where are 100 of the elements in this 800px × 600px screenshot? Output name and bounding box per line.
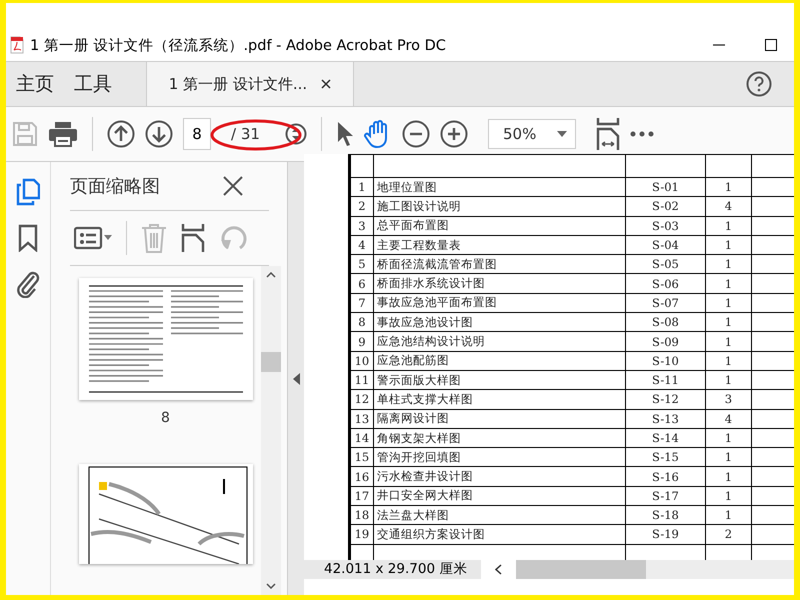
table-cell: S-06 xyxy=(625,274,706,294)
table-cell: 隔离网设计图 xyxy=(373,409,626,428)
table-cell: S-11 xyxy=(625,370,706,390)
scroll-page-icon[interactable] xyxy=(285,123,307,145)
bookmark-icon[interactable] xyxy=(18,224,38,252)
table-cell: 主要工程数量表 xyxy=(373,235,626,255)
zoom-dropdown[interactable]: 50% xyxy=(488,119,576,149)
table-cell: S-02 xyxy=(625,196,706,216)
table-cell: 14 xyxy=(350,428,374,448)
table-cell: 桥面排水系统设计图 xyxy=(373,274,626,294)
table-cell: 井口安全网大样图 xyxy=(373,486,626,506)
minimize-icon[interactable] xyxy=(712,44,726,46)
more-icon[interactable] xyxy=(630,131,654,137)
table-cell: 交通组织方案设计图 xyxy=(373,524,626,544)
table-cell: 1 xyxy=(706,235,752,255)
table-cell: 3 xyxy=(706,390,752,410)
table-cell: S-09 xyxy=(625,332,706,352)
scroll-left-icon[interactable] xyxy=(495,564,502,575)
zoom-out-icon[interactable] xyxy=(402,120,430,148)
table-cell: 1 xyxy=(706,370,752,390)
table-cell: 1 xyxy=(706,216,752,236)
table-cell: S-17 xyxy=(625,486,706,506)
close-icon[interactable] xyxy=(223,176,243,196)
insert-page-icon[interactable] xyxy=(181,223,205,253)
pointer-icon[interactable] xyxy=(336,121,354,147)
table-cell: S-04 xyxy=(625,235,706,255)
table-cell: 7 xyxy=(350,293,374,313)
table-cell: S-08 xyxy=(625,312,706,332)
table-cell: 事故应急池平面布置图 xyxy=(373,293,626,313)
table-cell: S-13 xyxy=(625,409,706,428)
table-cell: 应急池结构设计说明 xyxy=(373,332,626,352)
table-cell: 18 xyxy=(350,506,374,525)
page-thumbnail[interactable] xyxy=(78,278,252,400)
table-cell: 10 xyxy=(350,351,374,370)
page-count: / 31 xyxy=(230,125,261,143)
table-cell: 1 xyxy=(706,293,752,313)
table-cell: 管沟开挖回填图 xyxy=(373,448,626,467)
table-cell: 1 xyxy=(706,178,752,197)
table-cell: 1 xyxy=(350,178,374,197)
zoom-in-icon[interactable] xyxy=(440,120,468,148)
table-cell: 1 xyxy=(706,448,752,467)
table-cell: S-01 xyxy=(625,178,706,197)
table-cell: 1 xyxy=(706,312,752,332)
nav-tab[interactable]: 主页 xyxy=(6,62,64,106)
scrollbar-thumb[interactable] xyxy=(261,352,281,372)
collapse-panel-icon[interactable] xyxy=(292,372,300,384)
scrollbar-thumb[interactable] xyxy=(516,560,646,579)
table-cell: S-10 xyxy=(625,351,706,370)
table-cell: 1 xyxy=(706,506,752,525)
table-cell: 6 xyxy=(350,274,374,294)
table-cell: 地理位置图 xyxy=(373,178,626,197)
page-thumbnail[interactable] xyxy=(78,464,252,564)
options-icon[interactable] xyxy=(74,225,112,251)
scroll-up-icon[interactable] xyxy=(266,272,276,278)
nav-tab[interactable]: 工具 xyxy=(64,62,122,106)
next-page-icon[interactable] xyxy=(145,120,173,148)
table-cell: 总平面布置图 xyxy=(373,216,626,236)
table-cell: S-07 xyxy=(625,293,706,313)
maximize-icon[interactable] xyxy=(764,38,778,52)
table-cell: 19 xyxy=(350,524,374,544)
document-tab[interactable]: 1 第一册 设计文件... xyxy=(146,62,354,106)
table-cell: 3 xyxy=(350,216,374,236)
close-icon[interactable] xyxy=(321,79,332,89)
table-cell: 12 xyxy=(350,390,374,410)
table-cell: 1 xyxy=(706,428,752,448)
table-cell: 17 xyxy=(350,486,374,506)
table-cell: 5 xyxy=(350,254,374,274)
table-cell: 污水检查井设计图 xyxy=(373,466,626,486)
table-cell: 9 xyxy=(350,332,374,352)
caret-icon xyxy=(557,131,567,137)
window-title: 1 第一册 设计文件（径流系统）.pdf - Adobe Acrobat Pro DC xyxy=(30,36,446,54)
paperclip-icon[interactable] xyxy=(16,270,40,298)
table-cell: S-16 xyxy=(625,466,706,486)
table-cell: 4 xyxy=(706,196,752,216)
table-cell: 事故应急池设计图 xyxy=(373,312,626,332)
table-cell: S-18 xyxy=(625,506,706,525)
table-cell: 2 xyxy=(706,524,752,544)
table-cell: 2 xyxy=(350,196,374,216)
table-cell: 法兰盘大样图 xyxy=(373,506,626,525)
table-cell: S-12 xyxy=(625,390,706,410)
table-cell: 15 xyxy=(350,448,374,467)
pdf-file-icon xyxy=(10,36,24,54)
page-number-label: 8 xyxy=(161,410,170,426)
fit-page-icon[interactable] xyxy=(596,117,620,151)
previous-page-icon[interactable] xyxy=(107,120,135,148)
table-cell: 角钢支架大样图 xyxy=(373,428,626,448)
table-cell: 1 xyxy=(706,351,752,370)
print-icon[interactable] xyxy=(48,121,78,147)
table-cell: 1 xyxy=(706,274,752,294)
table-cell: S-05 xyxy=(625,254,706,274)
page-size-label: 42.011 x 29.700 厘米 xyxy=(304,560,482,579)
table-cell: 4 xyxy=(706,409,752,428)
help-icon[interactable] xyxy=(746,71,772,97)
table-cell: 11 xyxy=(350,370,374,390)
table-cell: 1 xyxy=(706,466,752,486)
table-cell: 1 xyxy=(706,332,752,352)
page-number-field[interactable]: 8 xyxy=(183,118,211,150)
pages-icon[interactable] xyxy=(16,178,40,206)
table-cell: 13 xyxy=(350,409,374,428)
scroll-down-icon[interactable] xyxy=(266,583,276,589)
